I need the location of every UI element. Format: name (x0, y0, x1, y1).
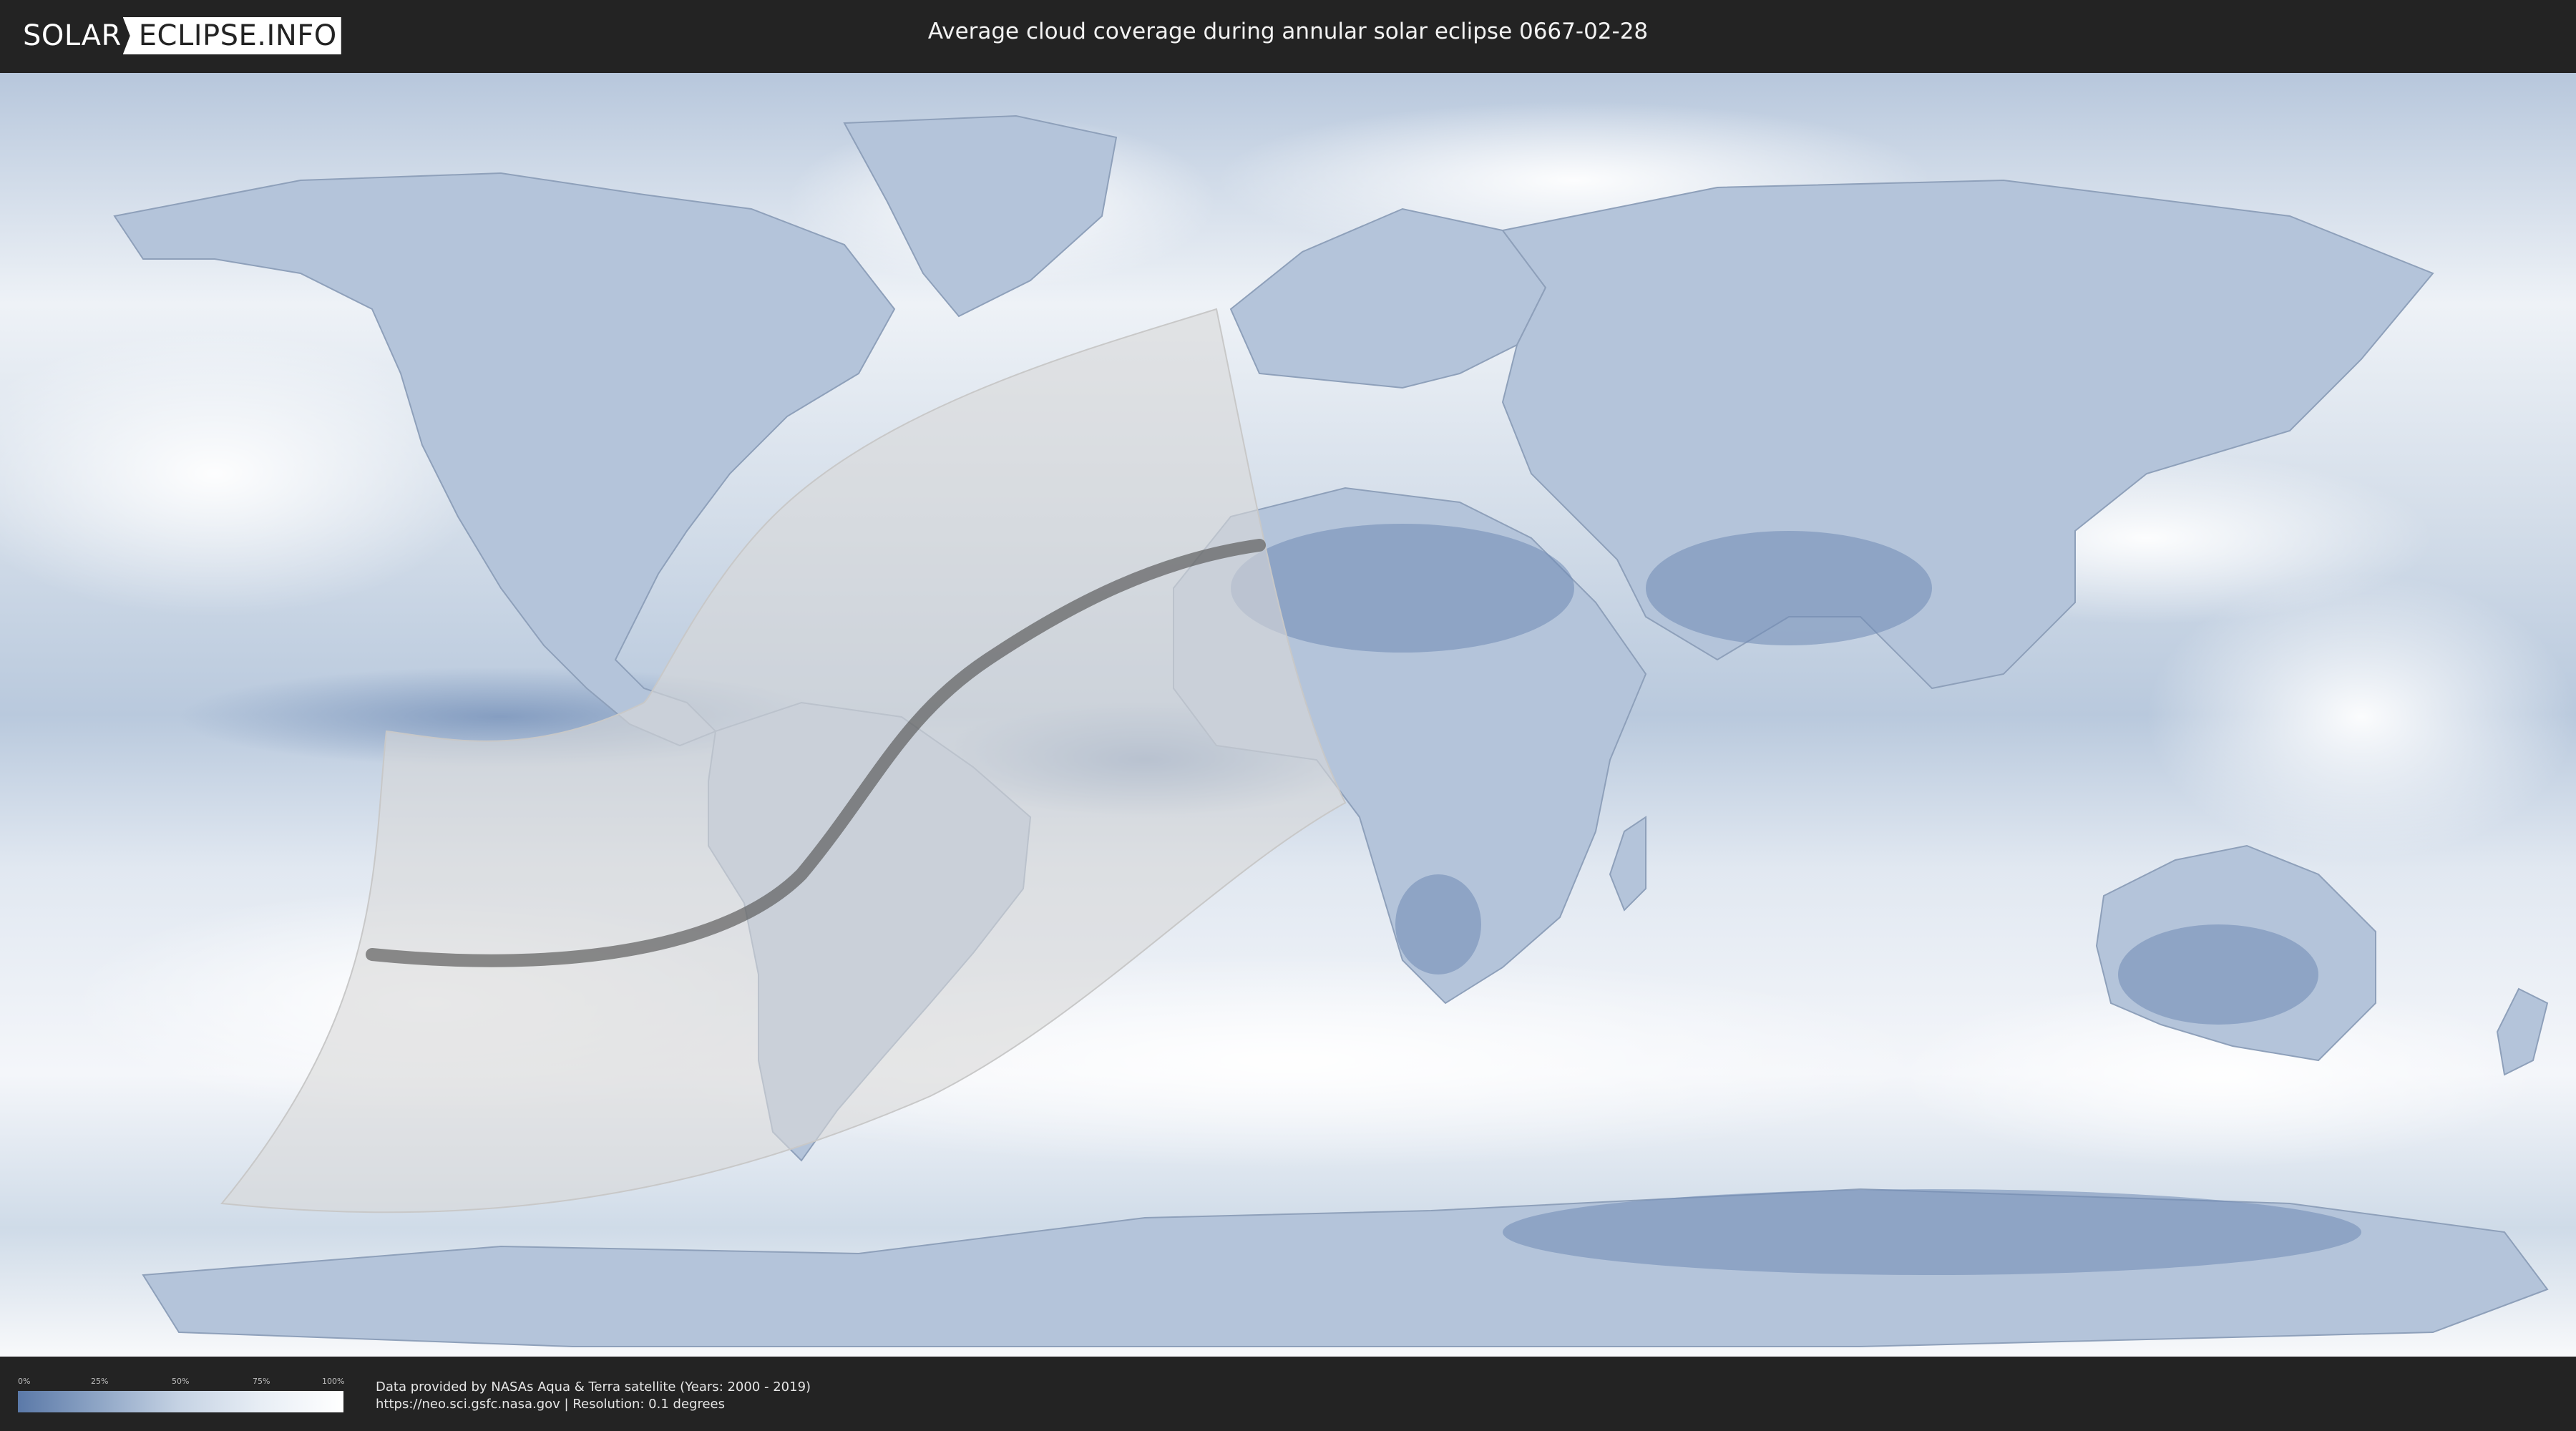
world-map (0, 73, 2576, 1357)
legend-color-bar (18, 1391, 343, 1412)
header-bar: SOLAR ECLIPSE.INFO Average cloud coverag… (0, 0, 2576, 72)
data-source-text: https://neo.sci.gsfc.nasa.gov | Resoluti… (376, 1397, 725, 1412)
footer-bar (0, 1359, 2576, 1431)
cloud-coverage-map (0, 73, 2576, 1357)
page-title: Average cloud coverage during annular so… (927, 19, 1649, 44)
legend-tick: 50% (172, 1377, 190, 1386)
legend-tick: 0% (18, 1377, 31, 1386)
legend-ticks: 0% 25% 50% 75% 100% (18, 1377, 345, 1388)
legend-tick: 75% (253, 1377, 270, 1386)
data-credit-text: Data provided by NASAs Aqua & Terra sate… (376, 1379, 811, 1395)
cloud-coverage-legend: 0% 25% 50% 75% 100% (18, 1377, 345, 1412)
legend-tick: 100% (322, 1377, 345, 1386)
legend-tick: 25% (91, 1377, 109, 1386)
